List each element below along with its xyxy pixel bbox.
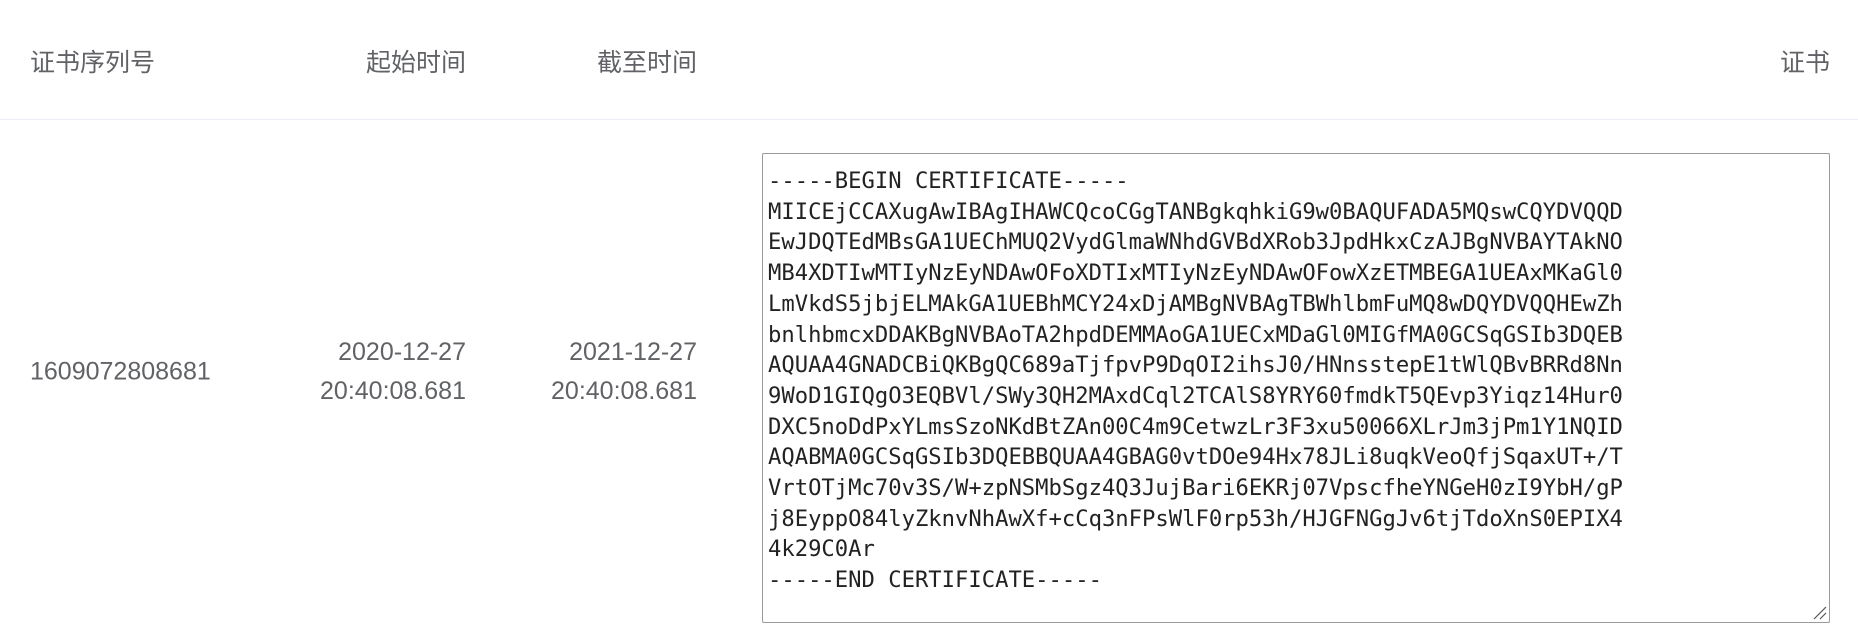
certificate-textarea[interactable]: -----BEGIN CERTIFICATE----- MIICEjCCAXug… [762,153,1830,623]
end-time-cell: 2021-12-27 20:40:08.681 [551,333,697,411]
serial-number-cell: 1609072808681 [30,357,211,386]
column-header-certificate[interactable]: 证书 [1780,46,1830,80]
certificate-text[interactable]: -----BEGIN CERTIFICATE----- MIICEjCCAXug… [763,154,1829,622]
column-header-end-time[interactable]: 截至时间 [597,46,697,80]
end-date: 2021-12-27 [569,338,697,366]
column-header-start-time[interactable]: 起始时间 [366,46,466,80]
start-date: 2020-12-27 [338,338,466,366]
certificate-table: 证书序列号 起始时间 截至时间 证书 1609072808681 2020-12… [0,0,1858,643]
start-time: 20:40:08.681 [320,377,466,405]
resize-handle-icon[interactable] [1811,604,1827,620]
table-header: 证书序列号 起始时间 截至时间 证书 [0,0,1858,120]
end-time: 20:40:08.681 [551,377,697,405]
column-header-serial[interactable]: 证书序列号 [30,46,155,80]
start-time-cell: 2020-12-27 20:40:08.681 [320,333,466,411]
